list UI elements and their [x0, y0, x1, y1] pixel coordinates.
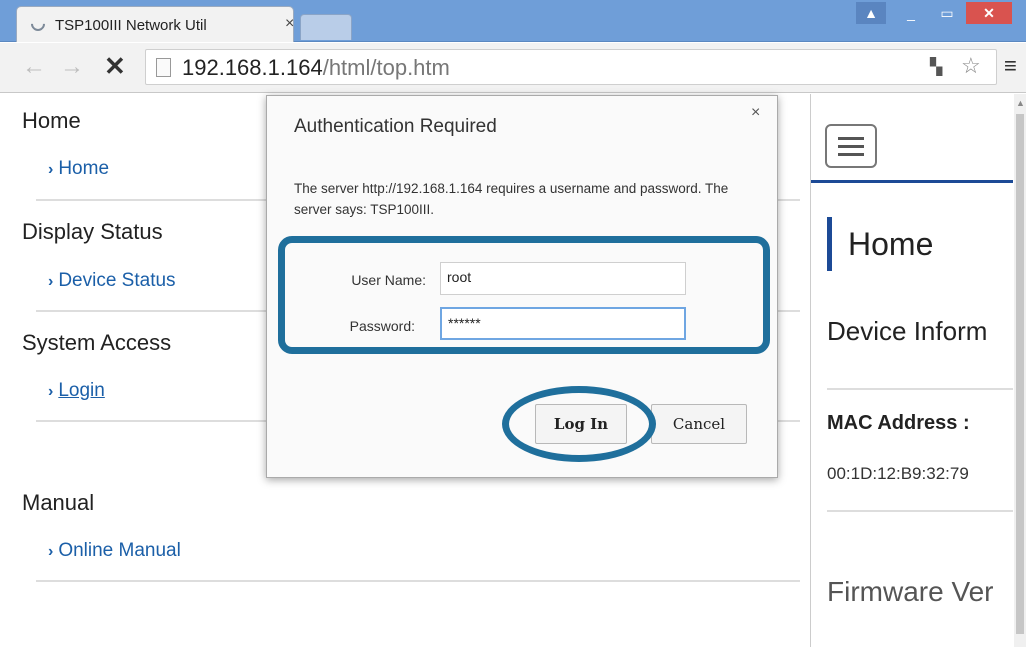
url-input[interactable]: 192.168.1.164/html/top.htm ▚ ☆: [145, 49, 997, 85]
chevron-right-icon: ›: [48, 161, 54, 178]
nav-link-online-manual[interactable]: › Online Manual: [48, 540, 181, 562]
translate-icon[interactable]: ▚: [930, 57, 942, 77]
section-title-display-status: Display Status: [22, 219, 163, 244]
nav-link-label: Online Manual: [58, 540, 181, 561]
nav-link-device-status[interactable]: › Device Status: [48, 270, 176, 292]
divider: [827, 388, 1013, 390]
window-titlebar: TSP100III Network Util × ▲ _ ▭ ✕: [0, 0, 1026, 42]
page-title: Home: [827, 217, 933, 271]
nav-link-home[interactable]: › Home: [48, 158, 109, 180]
scrollbar-thumb[interactable]: [1016, 114, 1024, 634]
page-icon: [156, 58, 171, 77]
minimize-button[interactable]: _: [896, 2, 926, 24]
divider: [827, 510, 1013, 512]
section-title-manual: Manual: [22, 490, 95, 515]
divider: [36, 580, 800, 582]
tab-close-icon[interactable]: ×: [285, 15, 294, 33]
close-window-button[interactable]: ✕: [966, 2, 1012, 24]
browser-tab[interactable]: TSP100III Network Util ×: [16, 6, 294, 42]
url-text: 192.168.1.164/html/top.htm: [182, 55, 450, 81]
cancel-button[interactable]: Cancel: [651, 404, 747, 444]
new-tab-button[interactable]: [300, 14, 352, 40]
mac-address-value: 00:1D:12:B9:32:79: [827, 464, 969, 483]
credentials-highlight: [278, 236, 770, 354]
firmware-version-heading: Firmware Ver: [827, 576, 994, 607]
back-arrow-icon[interactable]: ←: [22, 53, 46, 81]
forward-arrow-icon[interactable]: →: [60, 53, 84, 81]
mac-address-label: MAC Address :: [827, 412, 970, 434]
nav-link-label: Login: [58, 380, 105, 401]
dialog-message: The server http://192.168.1.164 requires…: [294, 181, 729, 217]
scroll-up-icon[interactable]: ▲: [1016, 98, 1025, 108]
right-content-pane: Home Device Inform MAC Address : 00:1D:1…: [810, 94, 1026, 647]
close-icon[interactable]: ×: [751, 104, 760, 122]
user-profile-icon[interactable]: ▲: [856, 2, 886, 24]
vertical-scrollbar[interactable]: ▲: [1014, 94, 1026, 647]
stop-loading-icon[interactable]: ✕: [104, 51, 126, 82]
section-title-home: Home: [22, 108, 81, 133]
dialog-title: Authentication Required: [294, 116, 497, 137]
tab-title: TSP100III Network Util: [55, 17, 207, 34]
menu-icon[interactable]: ≡: [1004, 53, 1017, 79]
nav-link-label: Home: [58, 158, 110, 179]
section-title-system-access: System Access: [22, 330, 172, 355]
address-toolbar: ← → ✕ 192.168.1.164/html/top.htm ▚ ☆ ≡: [0, 43, 1026, 93]
chevron-right-icon: ›: [48, 273, 54, 290]
loading-spinner-icon: [28, 14, 48, 34]
nav-link-login[interactable]: › Login: [48, 380, 105, 402]
login-button-highlight: [502, 386, 656, 462]
url-path: /html/top.htm: [322, 55, 450, 80]
nav-link-label: Device Status: [58, 270, 176, 291]
url-host: 192.168.1.164: [182, 55, 323, 80]
star-icon[interactable]: ☆: [961, 53, 981, 79]
chevron-right-icon: ›: [48, 383, 54, 400]
maximize-button[interactable]: ▭: [932, 2, 962, 24]
chevron-right-icon: ›: [48, 543, 54, 560]
hamburger-menu-icon[interactable]: [825, 124, 877, 168]
device-info-heading: Device Inform: [827, 316, 988, 346]
header-underline: [811, 180, 1013, 183]
